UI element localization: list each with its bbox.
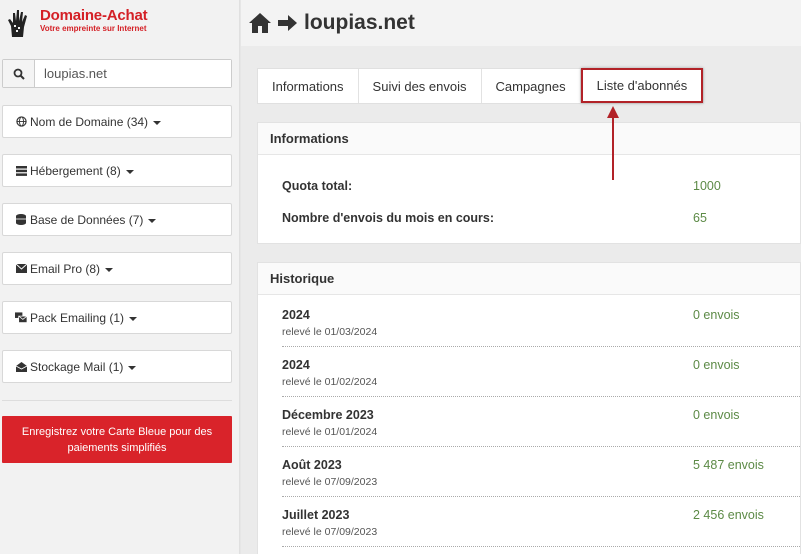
sidebar-item-label: Pack Emailing (1) [30,310,125,325]
logo-subtitle: Votre empreinte sur Internet [40,24,147,33]
search-input[interactable] [35,60,231,87]
logo[interactable]: Domaine-Achat Votre empreinte sur Intern… [6,7,148,42]
historique-panel: Historique 2024 relevé le 01/03/2024 0 e… [257,262,801,554]
history-period: Décembre 2023 [282,408,374,422]
server-icon [15,165,27,177]
sidebar-item-label: Stockage Mail (1) [30,359,124,374]
caret-down-icon [129,316,138,321]
caret-down-icon [125,169,134,174]
history-row: 2024 relevé le 01/02/2024 0 envois [282,347,800,397]
sidebar-item-label: Email Pro (8) [30,261,101,276]
history-value: 5 487 envois [693,458,764,472]
caret-down-icon [105,267,114,272]
info-value: 1000 [693,179,721,193]
annotation-arrow-icon [607,106,619,180]
divider [2,400,232,401]
mailing-icon [15,312,27,324]
informations-panel: Informations Quota total: 1000 Nombre d'… [257,122,801,244]
tab-informations[interactable]: Informations [258,69,359,103]
main-content: loupias.net Informations Suivi des envoi… [241,0,801,554]
history-row: Décembre 2023 relevé le 01/01/2024 0 env… [282,397,800,447]
register-card-button[interactable]: Enregistrez votre Carte Bleue pour des p… [2,416,232,463]
search-icon [13,68,25,80]
sidebar-item-databases[interactable]: Base de Données (7) [2,203,232,236]
hand-logo-icon [6,8,32,38]
logo-title: Domaine-Achat [40,7,148,24]
sidebar-item-hosting[interactable]: Hébergement (8) [2,154,232,187]
envelope-icon [15,263,27,275]
inbox-icon [15,361,27,373]
sidebar-item-label: Base de Données (7) [30,212,144,227]
caret-down-icon [153,120,162,125]
history-period: Août 2023 [282,458,342,472]
history-date: relevé le 07/09/2023 [282,476,378,488]
history-date: relevé le 07/09/2023 [282,526,378,538]
history-period: 2024 [282,358,310,372]
database-icon [15,214,27,226]
caret-down-icon [148,218,157,223]
page-header: loupias.net [241,0,801,46]
sidebar-item-label: Hébergement (8) [30,163,121,178]
history-date: relevé le 01/03/2024 [282,326,378,338]
tab-bar: Informations Suivi des envois Campagnes … [257,68,705,104]
history-row: Juillet 2023 relevé le 07/09/2023 2 456 … [282,497,800,547]
panel-title: Informations [258,123,800,155]
history-value: 0 envois [693,408,740,422]
history-period: Juillet 2023 [282,508,350,522]
arrow-right-icon [278,15,297,31]
caret-down-icon [128,365,137,370]
home-icon[interactable] [248,12,272,34]
page-title: loupias.net [304,11,415,34]
history-date: relevé le 01/02/2024 [282,376,378,388]
history-row: Août 2023 relevé le 07/09/2023 5 487 env… [282,447,800,497]
tab-liste-abonnes[interactable]: Liste d'abonnés [580,68,704,103]
info-value: 65 [693,211,707,225]
tab-campagnes[interactable]: Campagnes [482,69,581,103]
info-row: Quota total: 1000 [258,169,800,201]
history-value: 0 envois [693,358,740,372]
info-label: Nombre d'envois du mois en cours: [282,211,495,225]
tab-suivi-envois[interactable]: Suivi des envois [359,69,482,103]
search-button[interactable] [3,60,35,87]
sidebar-item-mail-storage[interactable]: Stockage Mail (1) [2,350,232,383]
history-period: 2024 [282,308,310,322]
history-value: 0 envois [693,308,740,322]
search-box [2,59,232,88]
panel-title: Historique [258,263,800,295]
sidebar-item-domains[interactable]: Nom de Domaine (34) [2,105,232,138]
sidebar-item-email-pro[interactable]: Email Pro (8) [2,252,232,285]
history-date: relevé le 01/01/2024 [282,426,378,438]
sidebar-item-pack-emailing[interactable]: Pack Emailing (1) [2,301,232,334]
sidebar-item-label: Nom de Domaine (34) [30,114,149,129]
history-row: 2024 relevé le 01/03/2024 0 envois [282,297,800,347]
globe-icon [15,116,27,128]
sidebar: Domaine-Achat Votre empreinte sur Intern… [0,0,240,554]
info-row: Nombre d'envois du mois en cours: 65 [258,201,800,233]
info-label: Quota total: [282,179,353,193]
history-value: 2 456 envois [693,508,764,522]
